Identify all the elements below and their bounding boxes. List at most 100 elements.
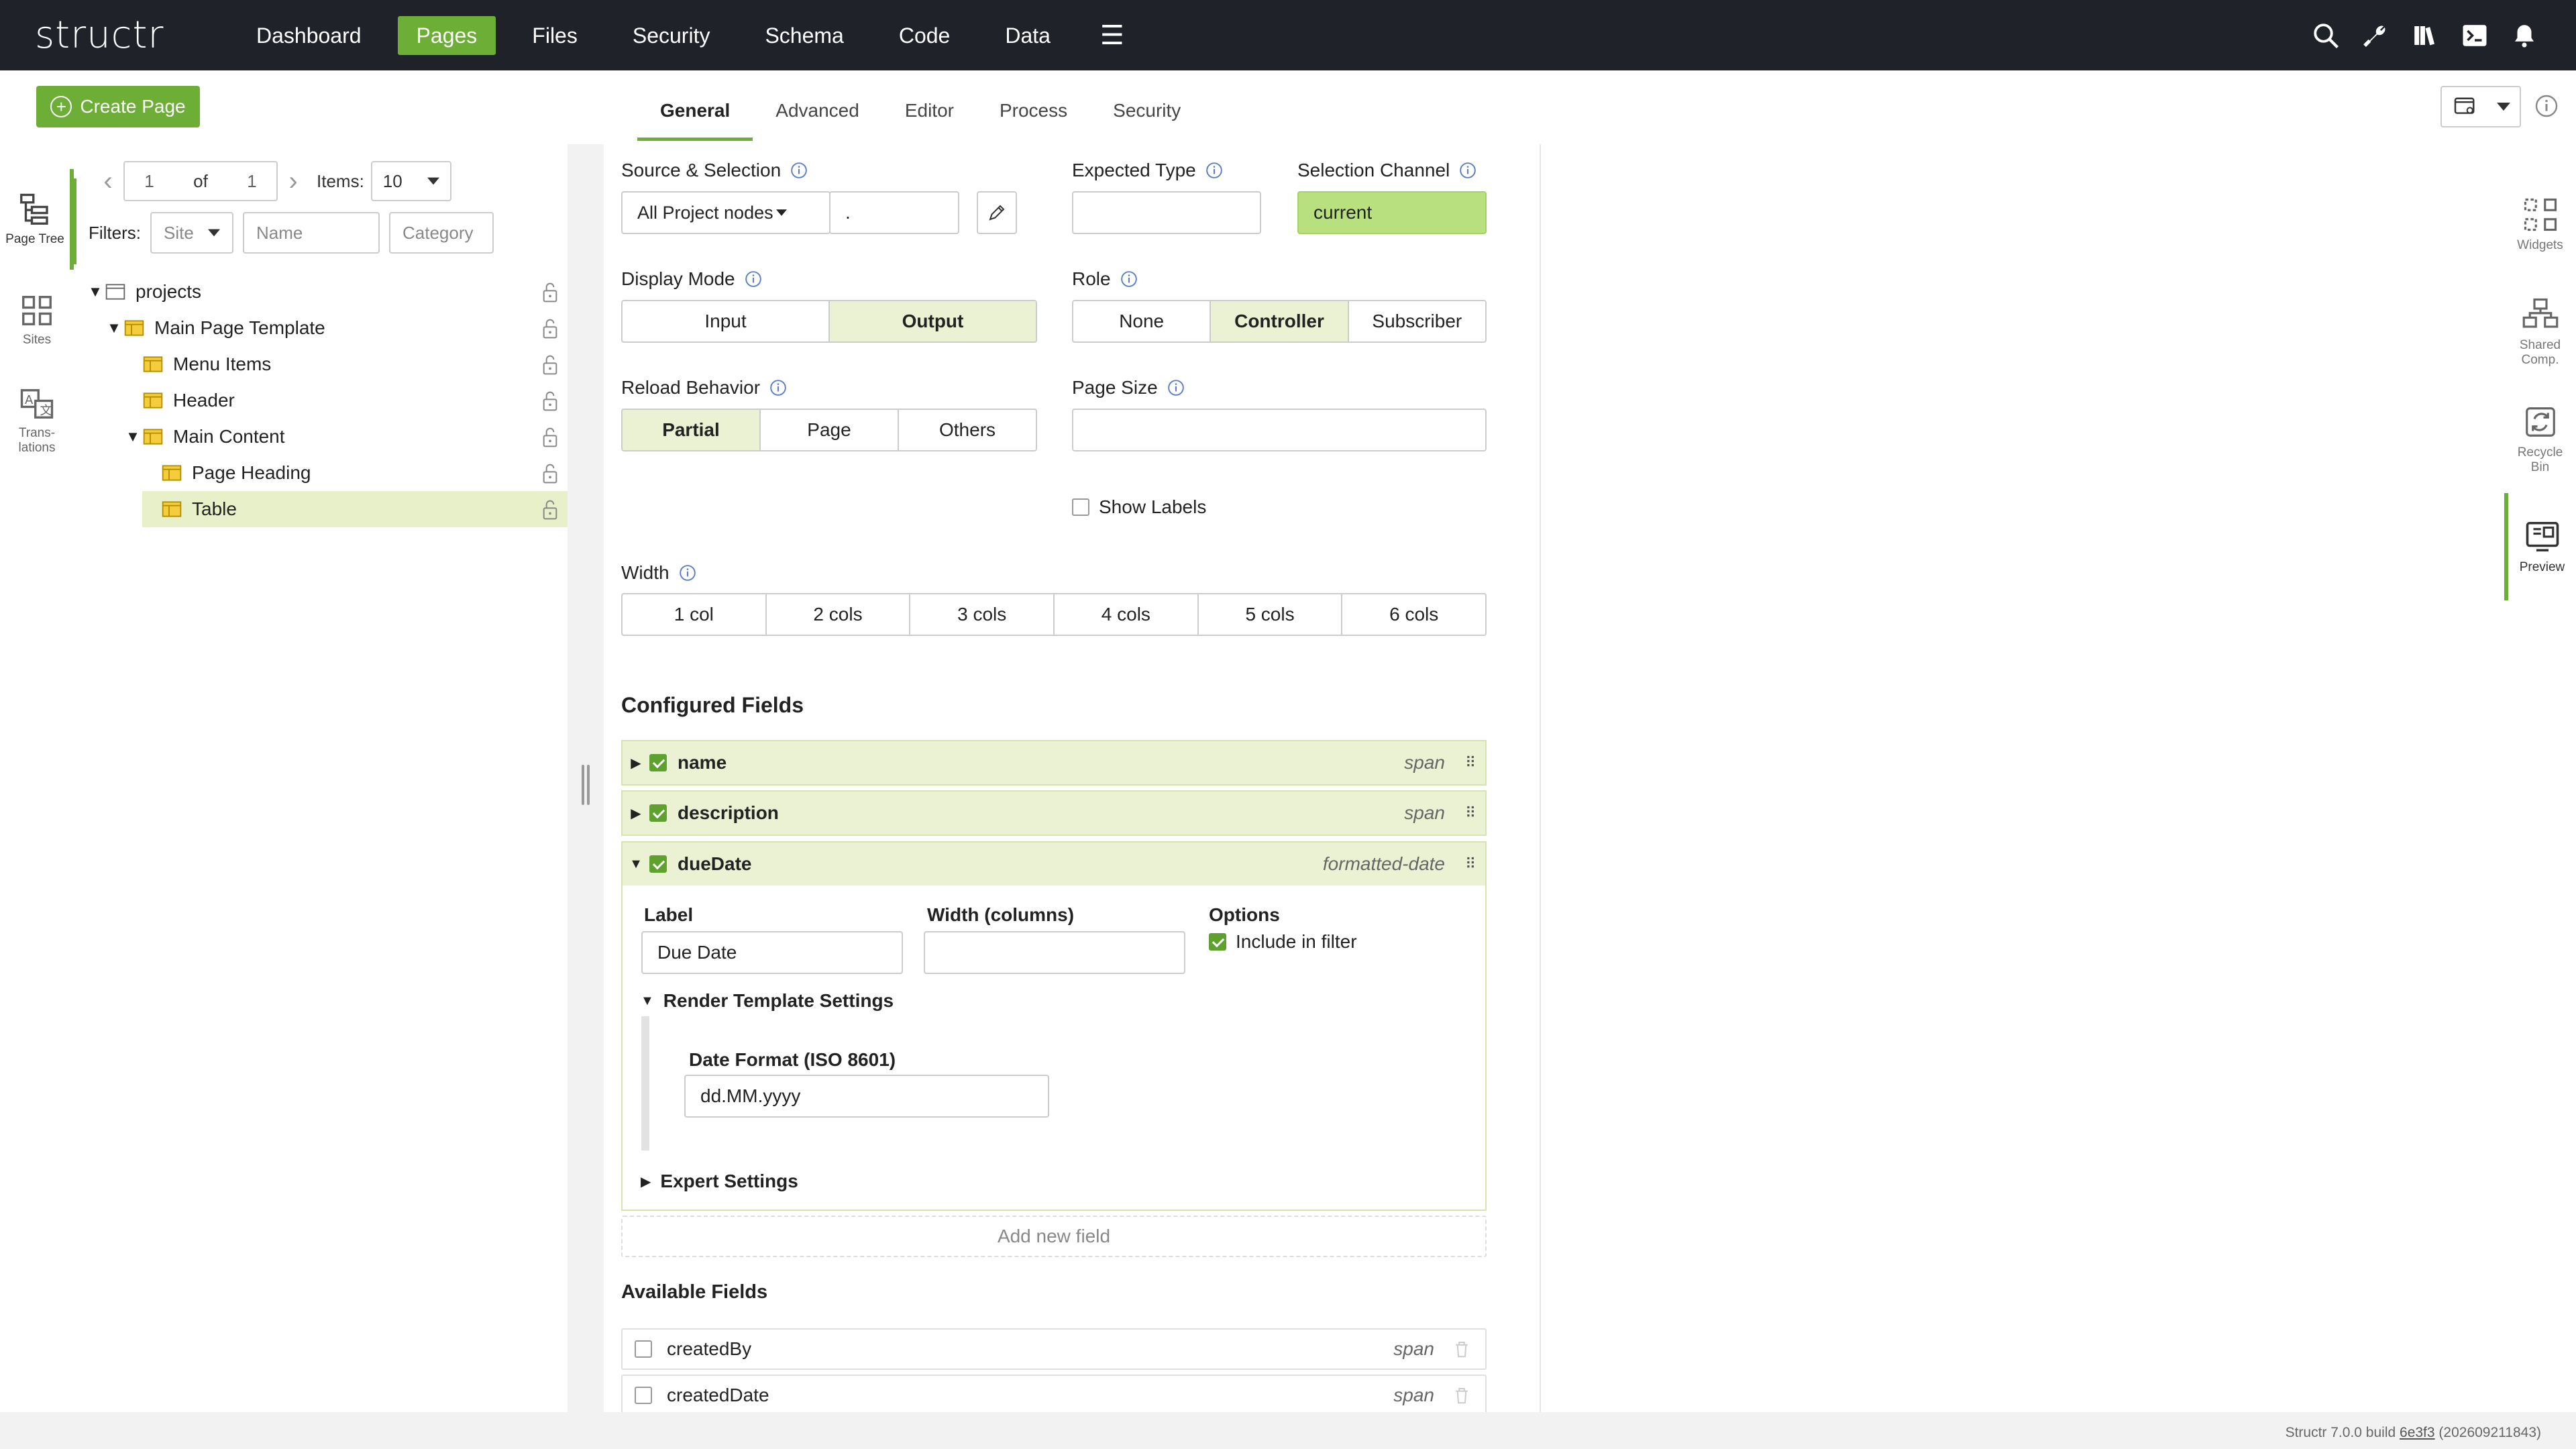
lock-icon[interactable] <box>541 318 559 339</box>
info-icon[interactable] <box>1205 162 1223 179</box>
show-labels-option[interactable]: Show Labels <box>1072 496 1206 518</box>
role-none[interactable]: None <box>1073 301 1212 341</box>
drag-handle-icon[interactable]: ⠿ <box>1465 855 1485 873</box>
lock-icon[interactable] <box>541 463 559 484</box>
field-row-name[interactable]: ▶ name span ⠿ <box>621 740 1487 786</box>
available-field-createdby[interactable]: createdBy span <box>621 1328 1487 1370</box>
tab-security[interactable]: Security <box>1090 87 1203 141</box>
display-mode-input[interactable]: Input <box>623 301 830 341</box>
role-subscriber[interactable]: Subscriber <box>1349 301 1485 341</box>
left-resize-handle[interactable] <box>581 765 590 805</box>
book-icon[interactable] <box>2408 19 2442 52</box>
tree-node-main-content[interactable]: ▼ Main Content <box>86 419 569 455</box>
rail-shared-components[interactable]: Shared Comp. <box>2504 278 2576 386</box>
include-filter-option[interactable]: Include in filter <box>1209 931 1357 953</box>
selection-channel-input[interactable]: current <box>1297 191 1487 234</box>
terminal-icon[interactable] <box>2458 19 2491 52</box>
info-icon[interactable] <box>745 270 762 288</box>
date-format-input[interactable]: dd.MM.yyyy <box>684 1075 1049 1118</box>
edit-source-button[interactable] <box>977 191 1017 234</box>
rail-page-tree[interactable]: Page Tree <box>0 169 74 270</box>
nav-files[interactable]: Files <box>513 16 596 55</box>
lock-icon[interactable] <box>541 499 559 521</box>
drag-handle-icon[interactable]: ⠿ <box>1465 754 1485 771</box>
width-3-cols[interactable]: 3 cols <box>910 594 1055 635</box>
structr-logo[interactable]: structr <box>35 13 203 57</box>
field-enabled-checkbox[interactable] <box>649 804 667 822</box>
field-row-duedate[interactable]: ▼ dueDate formatted-date ⠿ <box>621 841 1487 887</box>
next-page-icon[interactable]: › <box>283 166 303 197</box>
tab-general[interactable]: General <box>637 87 753 141</box>
tree-node-table[interactable]: Table <box>142 491 569 527</box>
trash-icon[interactable] <box>1452 1339 1472 1359</box>
prev-page-icon[interactable]: ‹ <box>98 166 118 197</box>
nav-data[interactable]: Data <box>986 16 1069 55</box>
search-icon[interactable] <box>2309 19 2343 52</box>
tree-node-page-heading[interactable]: Page Heading <box>86 455 569 491</box>
tree-node-header[interactable]: Header <box>86 382 569 419</box>
reload-page[interactable]: Page <box>761 410 899 450</box>
expand-field-icon[interactable]: ▶ <box>623 805 649 822</box>
include-filter-checkbox[interactable] <box>1209 933 1226 951</box>
tab-editor[interactable]: Editor <box>882 87 977 141</box>
source-path-input[interactable]: . <box>829 191 959 234</box>
expand-toggle-icon[interactable]: ▼ <box>123 428 142 445</box>
tab-process[interactable]: Process <box>977 87 1090 141</box>
nav-security[interactable]: Security <box>614 16 729 55</box>
nav-code[interactable]: Code <box>880 16 969 55</box>
page-size-input[interactable] <box>1072 409 1487 451</box>
expand-toggle-icon[interactable]: ▼ <box>86 283 105 301</box>
info-icon[interactable] <box>790 162 808 179</box>
rail-preview[interactable]: Preview <box>2504 493 2576 600</box>
expand-field-icon[interactable]: ▶ <box>623 755 649 771</box>
show-labels-checkbox[interactable] <box>1072 498 1089 516</box>
view-mode-dropdown[interactable] <box>2440 86 2521 127</box>
expand-toggle-icon[interactable]: ▼ <box>105 319 123 337</box>
bell-icon[interactable] <box>2508 19 2541 52</box>
info-icon[interactable] <box>679 564 696 582</box>
site-filter-select[interactable]: Site <box>150 212 233 254</box>
available-field-checkbox[interactable] <box>635 1340 652 1358</box>
lock-icon[interactable] <box>541 427 559 448</box>
info-icon[interactable] <box>769 379 787 396</box>
rail-recycle-bin[interactable]: Recycle Bin <box>2504 386 2576 493</box>
items-per-page-select[interactable]: 10 <box>370 161 451 201</box>
width-6-cols[interactable]: 6 cols <box>1342 594 1485 635</box>
field-row-description[interactable]: ▶ description span ⠿ <box>621 790 1487 836</box>
width-1-col[interactable]: 1 col <box>623 594 767 635</box>
lock-icon[interactable] <box>541 282 559 303</box>
reload-partial[interactable]: Partial <box>623 410 761 450</box>
lock-icon[interactable] <box>541 390 559 412</box>
label-input[interactable]: Due Date <box>641 931 903 974</box>
width-4-cols[interactable]: 4 cols <box>1055 594 1199 635</box>
tree-node-menu-items[interactable]: Menu Items <box>86 346 569 382</box>
width-2-cols[interactable]: 2 cols <box>767 594 911 635</box>
create-page-button[interactable]: + Create Page <box>36 86 200 127</box>
render-settings-toggle[interactable]: ▼ Render Template Settings <box>641 990 894 1012</box>
role-controller[interactable]: Controller <box>1211 301 1349 341</box>
field-enabled-checkbox[interactable] <box>649 754 667 771</box>
wrench-icon[interactable] <box>2359 19 2392 52</box>
available-field-createddate[interactable]: createdDate span <box>621 1375 1487 1416</box>
nav-schema[interactable]: Schema <box>746 16 862 55</box>
rail-translations[interactable]: A文 Trans- lations <box>0 370 74 471</box>
expected-type-input[interactable] <box>1072 191 1261 234</box>
rail-widgets[interactable]: Widgets <box>2504 171 2576 278</box>
page-number-box[interactable]: 1 of 1 <box>123 161 278 201</box>
info-icon[interactable] <box>1167 379 1185 396</box>
nav-dashboard[interactable]: Dashboard <box>237 16 380 55</box>
category-filter-input[interactable]: Category <box>389 212 494 254</box>
add-new-field-button[interactable]: Add new field <box>621 1216 1487 1257</box>
tree-node-main-page-template[interactable]: ▼ Main Page Template <box>86 310 569 346</box>
build-link[interactable]: 6e3f3 <box>2400 1425 2435 1440</box>
reload-others[interactable]: Others <box>899 410 1036 450</box>
display-mode-output[interactable]: Output <box>830 301 1036 341</box>
width-5-cols[interactable]: 5 cols <box>1199 594 1343 635</box>
drag-handle-icon[interactable]: ⠿ <box>1465 804 1485 822</box>
trash-icon[interactable] <box>1452 1385 1472 1405</box>
tree-node-projects[interactable]: ▼ projects <box>86 274 569 310</box>
tab-advanced[interactable]: Advanced <box>753 87 882 141</box>
width-columns-input[interactable] <box>924 931 1185 974</box>
hamburger-menu-icon[interactable]: ☰ <box>1087 20 1138 51</box>
lock-icon[interactable] <box>541 354 559 376</box>
